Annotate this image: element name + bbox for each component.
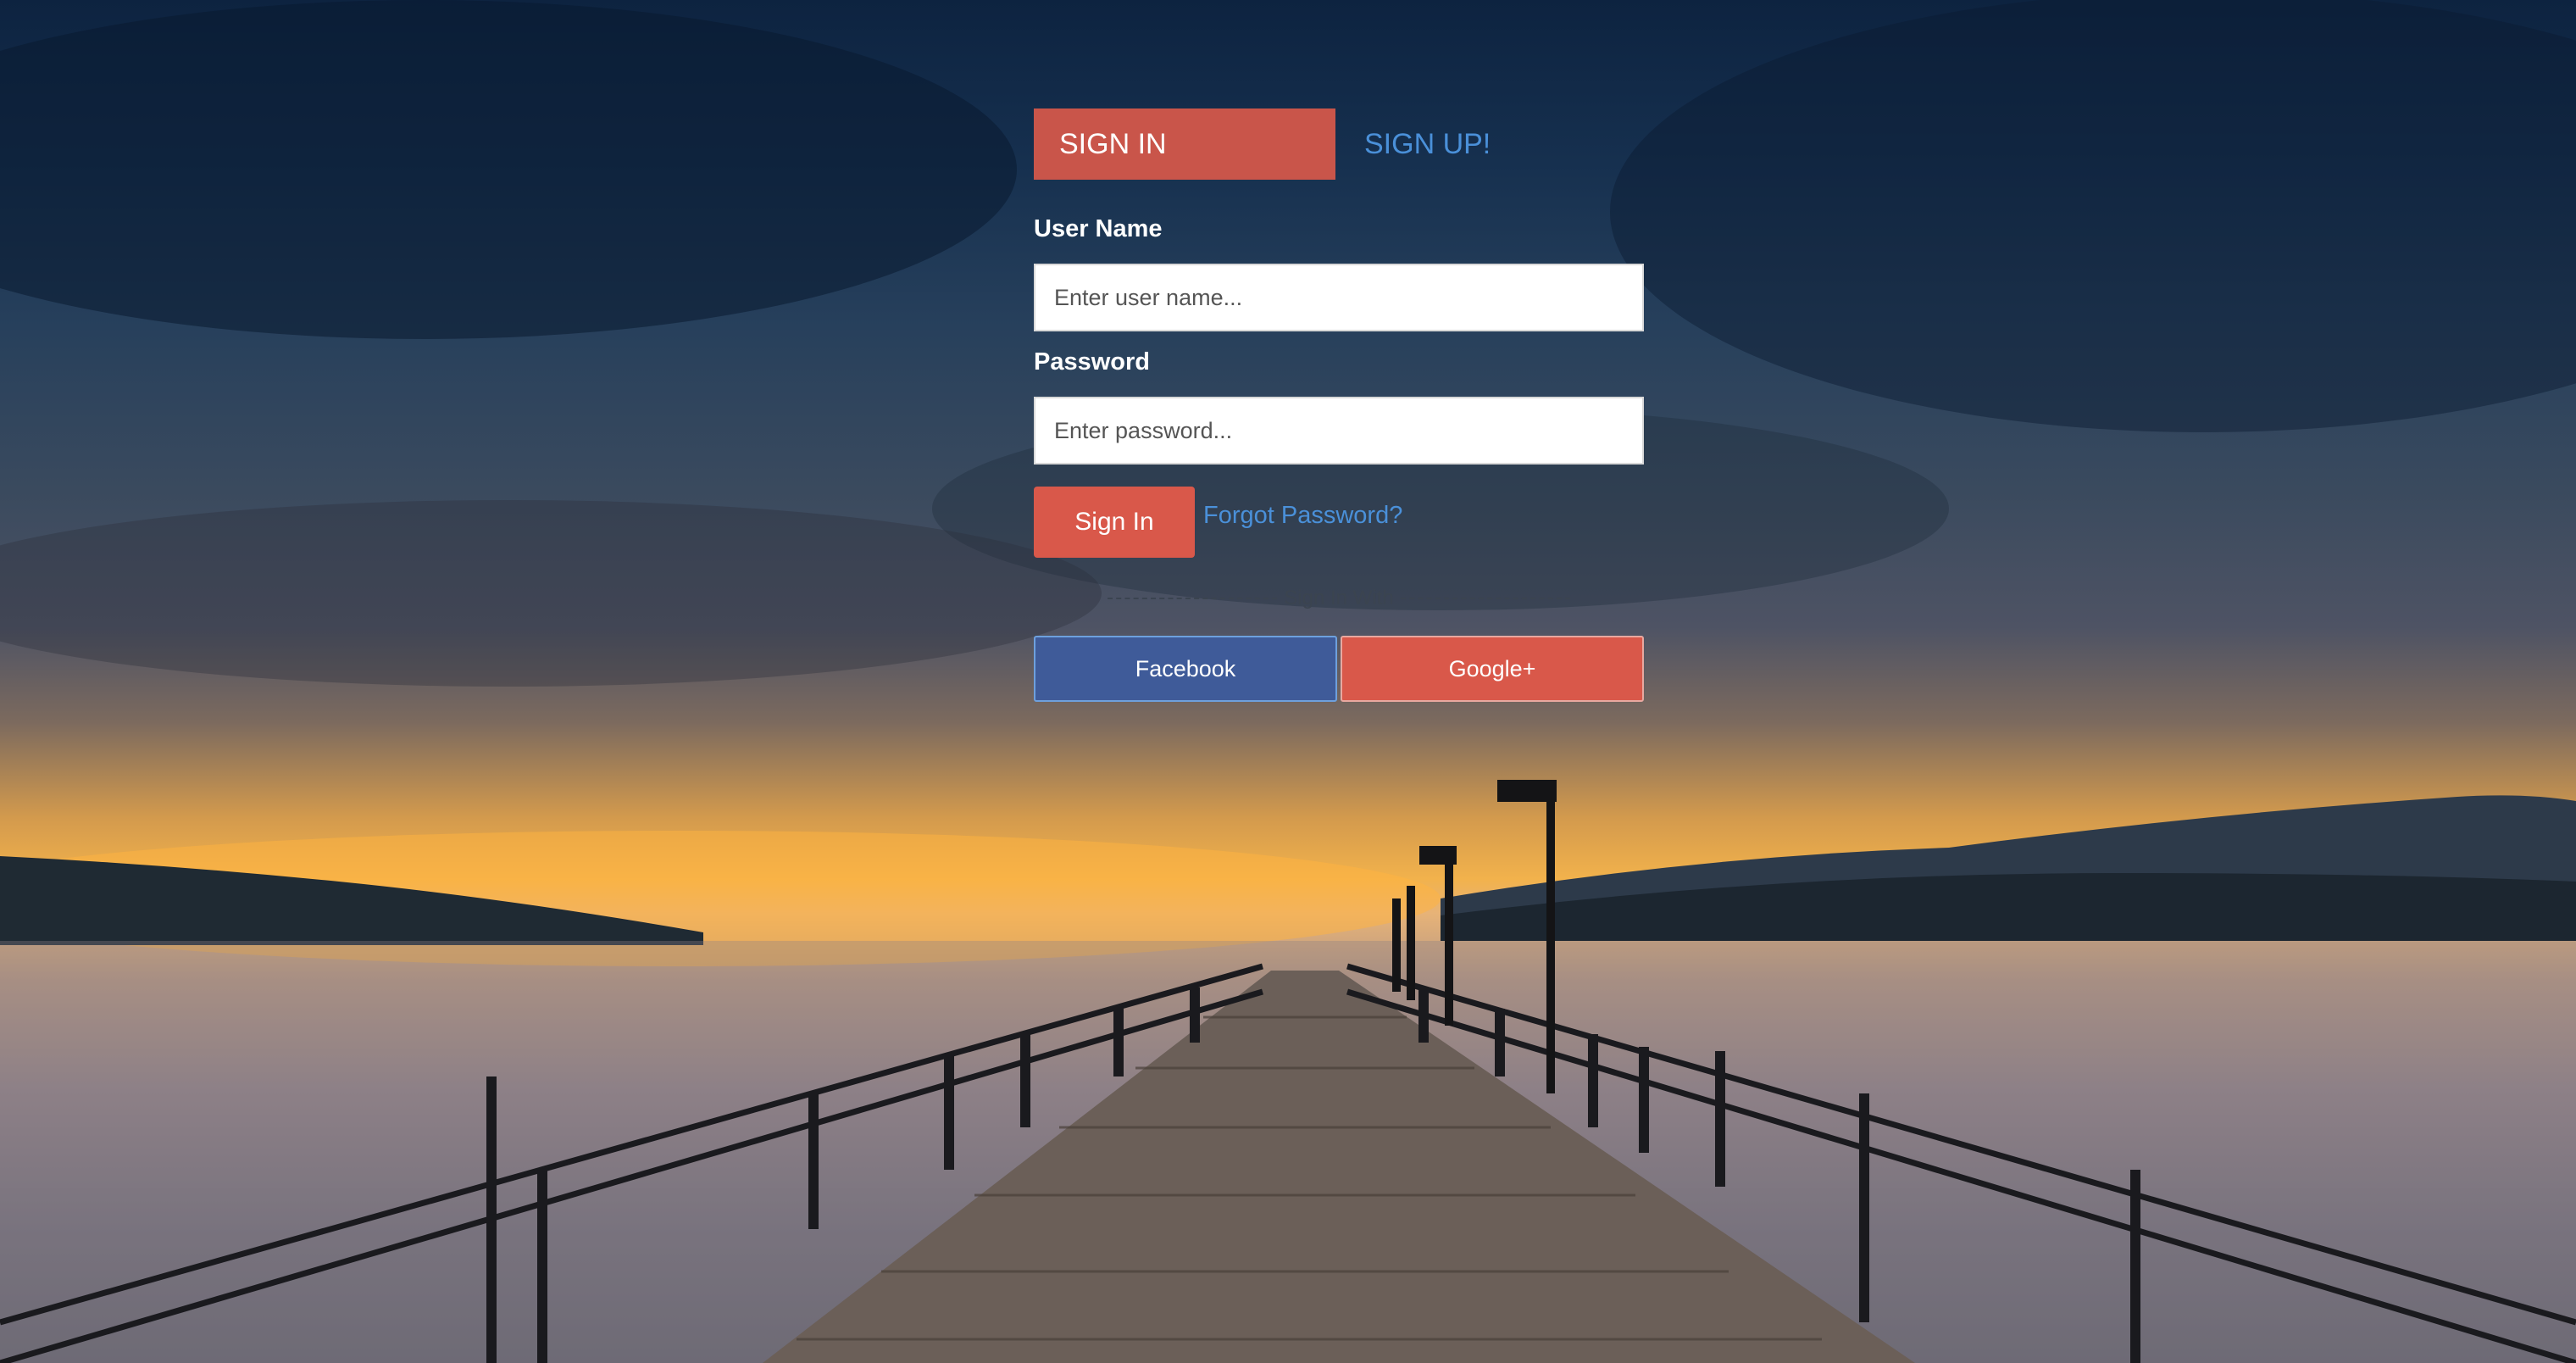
sign-in-button[interactable]: Sign In: [1034, 487, 1195, 558]
username-label: User Name: [1034, 215, 1163, 242]
password-label: Password: [1034, 348, 1150, 376]
social-divider: Sign In With: [1034, 587, 1644, 610]
facebook-button[interactable]: Facebook: [1034, 636, 1337, 702]
password-input[interactable]: [1034, 397, 1644, 465]
divider-line-left: [1108, 598, 1278, 599]
forgot-password-link[interactable]: Forgot Password?: [1203, 502, 1402, 530]
login-panel: SIGN IN SIGN UP! User Name Password Sign…: [1034, 108, 1644, 702]
tab-sign-in[interactable]: SIGN IN: [1034, 108, 1335, 180]
divider-line-right: [1400, 598, 1570, 599]
social-buttons: Facebook Google+: [1034, 636, 1644, 702]
tab-sign-up[interactable]: SIGN UP!: [1364, 128, 1491, 161]
google-button[interactable]: Google+: [1341, 636, 1644, 702]
divider-text: Sign In With: [1284, 587, 1394, 609]
username-input[interactable]: [1034, 264, 1644, 331]
auth-tabs: SIGN IN SIGN UP!: [1034, 108, 1644, 180]
form-actions: Sign In Forgot Password?: [1034, 487, 1644, 558]
